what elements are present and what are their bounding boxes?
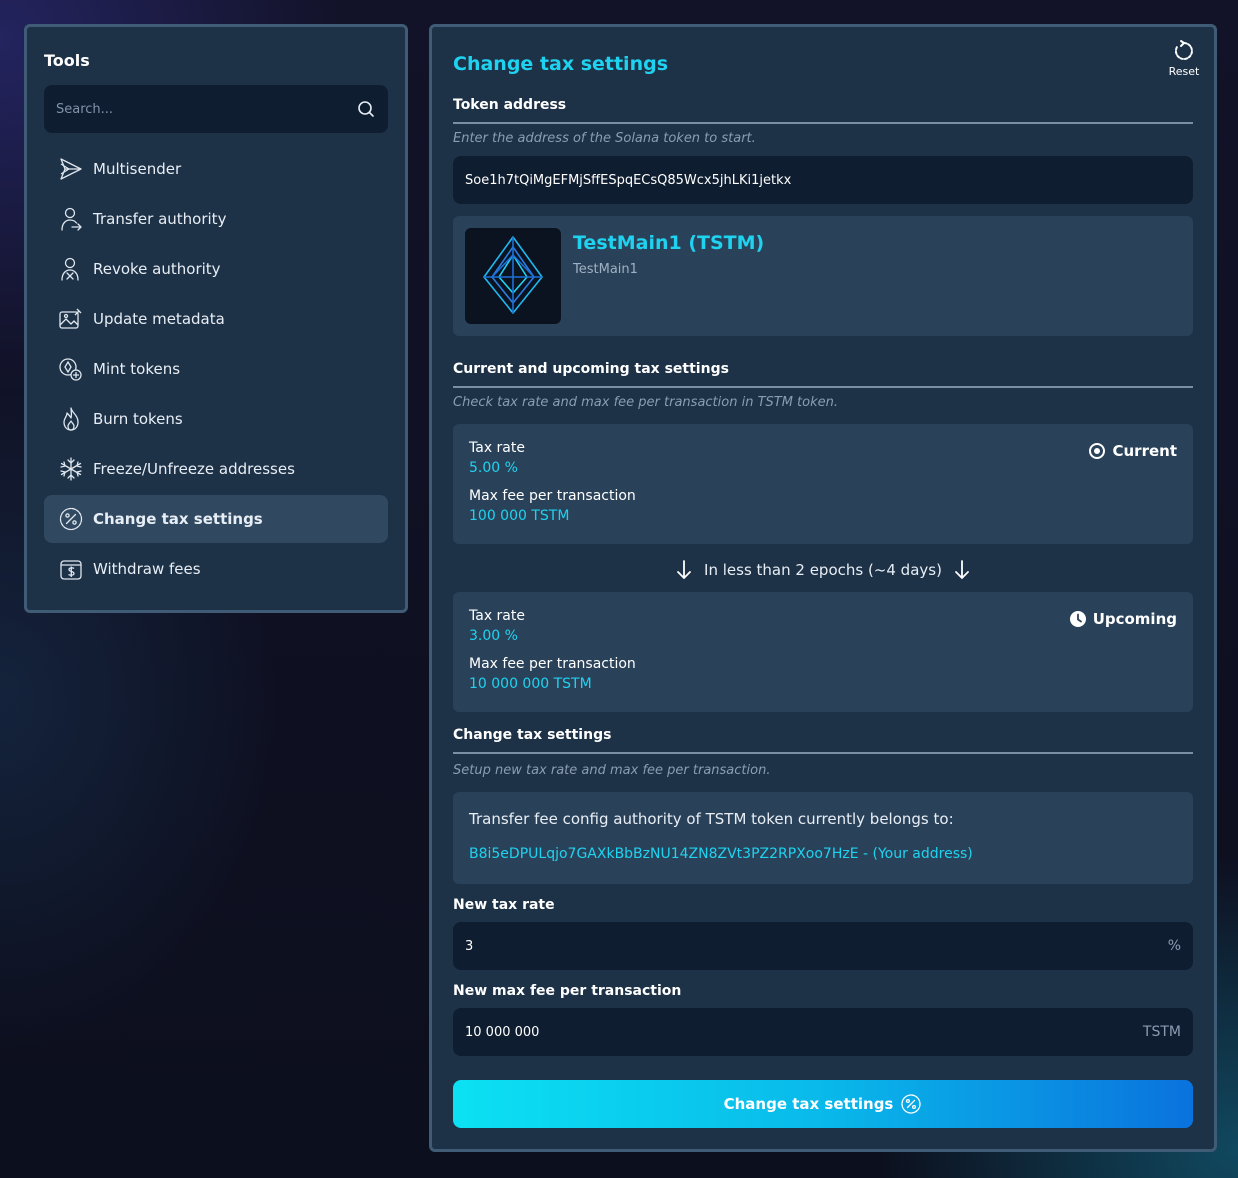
page-title: Change tax settings <box>453 53 669 75</box>
authority-address: B8i5eDPULqjo7GAXkBbBzNU14ZN8ZVt3PZ2RPXoo… <box>469 846 973 862</box>
new-max-fee-unit: TSTM <box>1142 1024 1181 1040</box>
user-revoke-icon <box>58 256 84 282</box>
flame-icon <box>58 406 84 432</box>
new-tax-rate-label: New tax rate <box>453 897 555 913</box>
arrow-down-icon <box>955 560 969 580</box>
sidebar-item-label: Revoke authority <box>93 260 221 278</box>
reset-icon[interactable] <box>1172 39 1196 63</box>
sidebar-nav: Multisender Transfer authority Revoke au… <box>44 145 388 595</box>
clock-icon <box>1069 611 1086 627</box>
current-upcoming-heading: Current and upcoming tax settings <box>453 361 1193 388</box>
new-max-fee-input[interactable] <box>465 1024 1143 1040</box>
sidebar-item-label: Update metadata <box>93 310 225 328</box>
new-max-fee-label: New max fee per transaction <box>453 983 682 999</box>
search-input[interactable] <box>56 101 356 117</box>
current-max-fee-value: 100 000 TSTM <box>469 508 570 524</box>
ethereum-logo-icon <box>483 236 543 314</box>
change-tax-panel: Change tax settings Reset Token address … <box>429 24 1217 1152</box>
sidebar-item-burn-tokens[interactable]: Burn tokens <box>44 395 388 443</box>
new-tax-rate-input[interactable] <box>465 938 1168 954</box>
sidebar-item-update-metadata[interactable]: Update metadata <box>44 295 388 343</box>
new-tax-rate-field[interactable]: % <box>453 922 1193 970</box>
token-address-input[interactable] <box>465 172 1181 188</box>
upcoming-status-badge: Upcoming <box>1069 610 1177 628</box>
token-name: TestMain1 (TSTM) <box>573 232 765 254</box>
sidebar-item-label: Freeze/Unfreeze addresses <box>93 460 295 478</box>
current-max-fee-label: Max fee per transaction <box>469 488 636 504</box>
upcoming-max-fee-label: Max fee per transaction <box>469 656 636 672</box>
change-settings-heading: Change tax settings <box>453 727 1193 754</box>
token-info-card: TestMain1 (TSTM) TestMain1 <box>453 216 1193 336</box>
sidebar-item-withdraw-fees[interactable]: Withdraw fees <box>44 545 388 593</box>
token-subtitle: TestMain1 <box>573 262 638 277</box>
token-address-heading: Token address <box>453 97 1193 124</box>
target-icon <box>1089 443 1106 459</box>
percent-icon <box>901 1094 922 1114</box>
arrow-down-icon <box>677 560 691 580</box>
epoch-transition: In less than 2 epochs (~4 days) <box>453 557 1193 583</box>
image-edit-icon <box>58 306 84 332</box>
sidebar-item-label: Burn tokens <box>93 410 183 428</box>
epoch-transition-text: In less than 2 epochs (~4 days) <box>704 561 942 579</box>
new-max-fee-field[interactable]: TSTM <box>453 1008 1193 1056</box>
send-icon <box>58 156 84 182</box>
sidebar-item-transfer-authority[interactable]: Transfer authority <box>44 195 388 243</box>
wallet-dollar-icon <box>58 556 84 582</box>
percent-icon <box>58 506 84 532</box>
sidebar-item-label: Change tax settings <box>93 510 263 528</box>
search-box[interactable] <box>44 85 388 133</box>
search-icon[interactable] <box>356 99 376 119</box>
current-tax-rate-label: Tax rate <box>469 440 525 456</box>
current-tax-card: Tax rate 5.00 % Max fee per transaction … <box>453 424 1193 544</box>
upcoming-status-label: Upcoming <box>1092 610 1177 628</box>
token-address-hint: Enter the address of the Solana token to… <box>453 131 756 146</box>
authority-text: Transfer fee config authority of TSTM to… <box>469 810 954 828</box>
sidebar-item-revoke-authority[interactable]: Revoke authority <box>44 245 388 293</box>
reset-label: Reset <box>1168 65 1200 78</box>
sidebar-item-label: Multisender <box>93 160 182 178</box>
snowflake-icon <box>58 456 84 482</box>
current-status-label: Current <box>1112 442 1177 460</box>
upcoming-tax-rate-label: Tax rate <box>469 608 525 624</box>
change-settings-hint: Setup new tax rate and max fee per trans… <box>453 763 771 778</box>
new-tax-rate-unit: % <box>1167 938 1181 954</box>
reset-button[interactable]: Reset <box>1166 39 1202 78</box>
current-status-badge: Current <box>1088 442 1177 460</box>
sidebar-item-freeze-addresses[interactable]: Freeze/Unfreeze addresses <box>44 445 388 493</box>
sidebar-item-change-tax-settings[interactable]: Change tax settings <box>44 495 388 543</box>
upcoming-tax-rate-value: 3.00 % <box>469 628 518 644</box>
tools-sidebar: Tools Multisender Transfer authority <box>24 24 408 613</box>
upcoming-tax-card: Tax rate 3.00 % Max fee per transaction … <box>453 592 1193 712</box>
sidebar-item-label: Withdraw fees <box>93 560 201 578</box>
submit-label: Change tax settings <box>723 1095 894 1113</box>
authority-card: Transfer fee config authority of TSTM to… <box>453 792 1193 884</box>
user-transfer-icon <box>58 206 84 232</box>
sidebar-item-label: Transfer authority <box>93 210 227 228</box>
upcoming-max-fee-value: 10 000 000 TSTM <box>469 676 592 692</box>
sidebar-item-mint-tokens[interactable]: Mint tokens <box>44 345 388 393</box>
sidebar-item-multisender[interactable]: Multisender <box>44 145 388 193</box>
current-upcoming-hint: Check tax rate and max fee per transacti… <box>453 395 839 410</box>
current-tax-rate-value: 5.00 % <box>469 460 518 476</box>
token-logo <box>465 228 561 324</box>
coin-plus-icon <box>58 356 84 382</box>
change-tax-settings-button[interactable]: Change tax settings <box>453 1080 1193 1128</box>
sidebar-title: Tools <box>44 51 90 70</box>
sidebar-item-label: Mint tokens <box>93 360 181 378</box>
token-address-field[interactable] <box>453 156 1193 204</box>
